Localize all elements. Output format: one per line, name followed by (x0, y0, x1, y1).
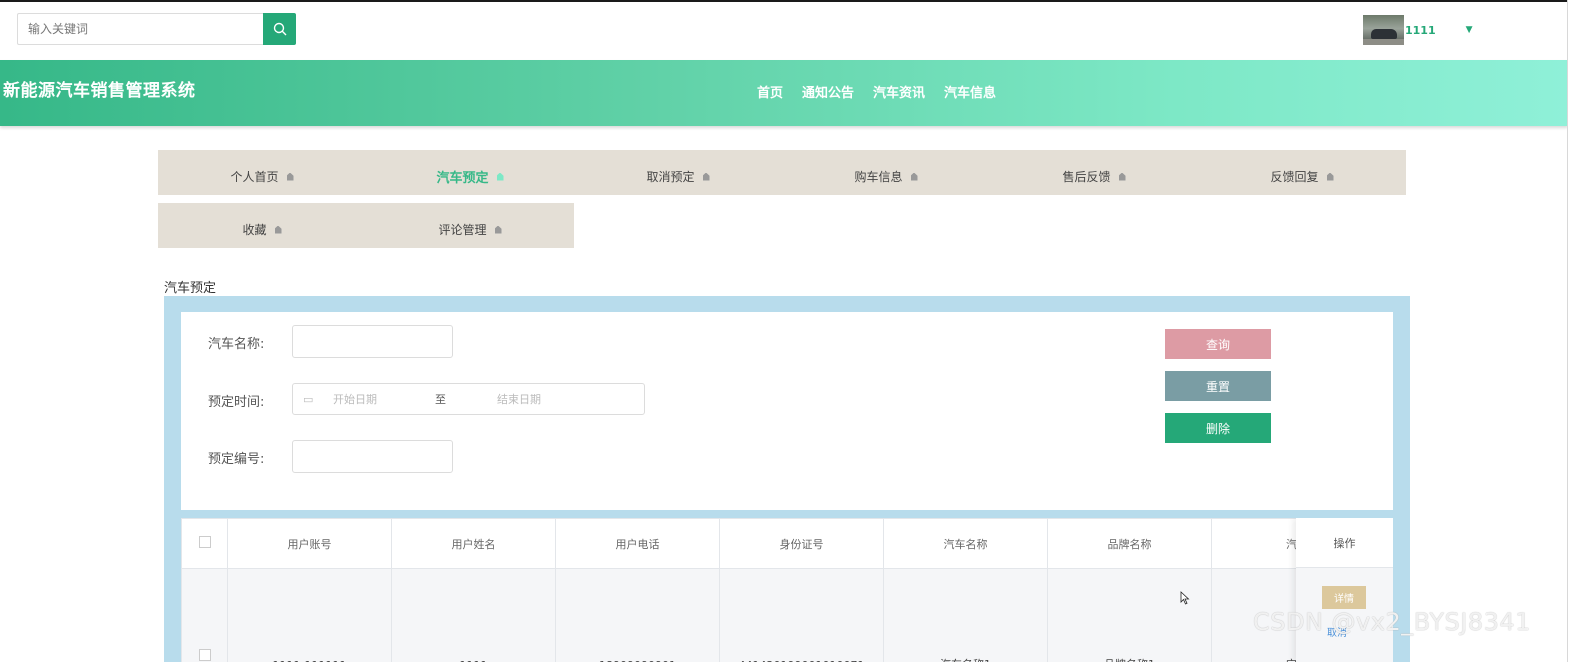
search-form: 汽车名称: 预定时间: ▭ 开始日期 至 结束日期 预定编号: 查询 重置 删除 (181, 312, 1393, 510)
menu-item-label: 评论管理 (438, 223, 487, 237)
menu-item-favorites[interactable]: 收藏 (158, 203, 366, 248)
caret-down-icon[interactable]: ▼ (1466, 25, 1473, 35)
table-cell: 441420199001010071 (719, 568, 884, 662)
user-menu[interactable]: 1111 ▼ (1363, 15, 1473, 45)
menu-item-label: 购车信息 (854, 170, 903, 184)
table-cell: 品牌名称1 (1047, 568, 1212, 662)
home-icon (910, 172, 918, 181)
search-button[interactable] (263, 13, 296, 45)
delete-button[interactable]: 删除 (1165, 413, 1271, 443)
col-header: 用户账号 (227, 518, 392, 569)
main-nav: 首页 通知公告 汽车资讯 汽车信息 (757, 82, 1015, 101)
site-title: 新能源汽车销售管理系统 (3, 81, 196, 101)
booking-table: 用户账号 用户姓名 用户电话 身份证号 汽车名称 品牌名称 汽车 1111-11… (181, 518, 1393, 662)
detail-button[interactable]: 详情 (1322, 586, 1366, 609)
home-icon (494, 225, 502, 234)
range-separator: 至 (435, 393, 446, 406)
row-select-cell (181, 568, 228, 662)
section-title: 汽车预定 (164, 281, 217, 296)
col-header: 身份证号 (719, 518, 884, 569)
select-all-cell (181, 518, 228, 569)
home-icon (286, 172, 294, 181)
table-header-row: 用户账号 用户姓名 用户电话 身份证号 汽车名称 品牌名称 汽车 (181, 518, 1393, 569)
table-cell: 1111-111111 (227, 568, 392, 662)
table-cell: 1111 (391, 568, 556, 662)
home-icon (1326, 172, 1334, 181)
col-header: 用户电话 (555, 518, 720, 569)
col-header: 品牌名称 (1047, 518, 1212, 569)
menu-item-label: 售后反馈 (1062, 170, 1111, 184)
nav-notice[interactable]: 通知公告 (802, 82, 854, 101)
table-cell: 18909090901 (555, 568, 720, 662)
nav-car-info[interactable]: 汽车信息 (944, 82, 996, 101)
table-row: 1111-111111 1111 18909090901 44142019900… (181, 568, 1393, 662)
start-date[interactable]: 开始日期 (333, 391, 435, 407)
menu-item-profile[interactable]: 个人首页 (158, 150, 366, 195)
col-header: 用户姓名 (391, 518, 556, 569)
menu-item-feedback-reply[interactable]: 反馈回复 (1198, 150, 1406, 195)
menu-item-label: 个人首页 (230, 170, 279, 184)
menu-item-car-booking[interactable]: 汽车预定 (366, 150, 574, 195)
query-button[interactable]: 查询 (1165, 329, 1271, 359)
nav-news[interactable]: 汽车资讯 (873, 82, 925, 101)
op-header: 操作 (1296, 518, 1393, 568)
search-bar (17, 13, 296, 45)
booking-time-label: 预定时间: (208, 395, 265, 410)
menu-item-cancel-booking[interactable]: 取消预定 (574, 150, 782, 195)
header-banner: 新能源汽车销售管理系统 首页 通知公告 汽车资讯 汽车信息 (0, 60, 1568, 126)
user-center-menu: 个人首页 汽车预定 取消预定 购车信息 售后反馈 反馈回复 (158, 150, 1406, 195)
mouse-cursor-icon (1180, 591, 1190, 605)
menu-item-label: 汽车预定 (436, 171, 489, 186)
window-top-border (0, 0, 1596, 2)
menu-item-label: 收藏 (242, 223, 267, 237)
home-icon (702, 172, 710, 181)
row-checkbox[interactable] (198, 649, 211, 661)
scrollbar-track[interactable] (1567, 0, 1596, 662)
select-all-checkbox[interactable] (198, 536, 211, 548)
date-range-picker[interactable]: ▭ 开始日期 至 结束日期 (292, 383, 645, 415)
nav-home[interactable]: 首页 (757, 82, 783, 101)
menu-item-comments[interactable]: 评论管理 (366, 203, 574, 248)
booking-number-input[interactable] (292, 440, 453, 473)
user-center-menu-row2: 收藏 评论管理 (158, 203, 574, 248)
home-icon (496, 172, 504, 181)
menu-item-label: 取消预定 (646, 170, 695, 184)
col-header: 汽车名称 (883, 518, 1048, 569)
booking-number-label: 预定编号: (208, 452, 265, 467)
search-input[interactable] (17, 13, 272, 45)
calendar-icon: ▭ (303, 392, 314, 406)
avatar (1363, 15, 1404, 45)
username: 1111 (1405, 23, 1436, 37)
operation-column: 操作 详情 取消 (1296, 518, 1393, 662)
search-icon (273, 22, 286, 36)
home-icon (274, 225, 282, 234)
watermark: CSDN @vx2_BYSJ8341 (1253, 608, 1531, 636)
home-icon (1118, 172, 1126, 181)
menu-item-label: 反馈回复 (1270, 170, 1319, 184)
menu-item-purchase-info[interactable]: 购车信息 (782, 150, 990, 195)
car-name-label: 汽车名称: (208, 337, 265, 352)
menu-item-after-sales[interactable]: 售后反馈 (990, 150, 1198, 195)
reset-button[interactable]: 重置 (1165, 371, 1271, 401)
end-date[interactable]: 结束日期 (497, 391, 541, 407)
table-cell: 汽车名称1 (883, 568, 1048, 662)
car-name-input[interactable] (292, 325, 453, 358)
